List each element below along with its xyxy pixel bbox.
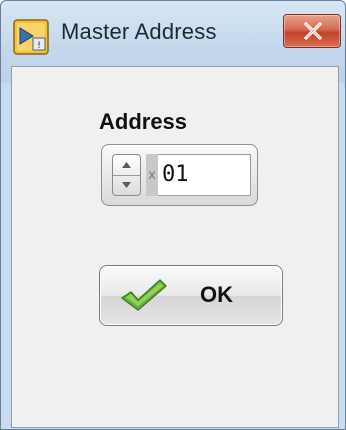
radix-indicator[interactable]: x [146, 154, 158, 196]
svg-text:!: ! [37, 41, 41, 51]
address-spinner[interactable] [112, 154, 141, 196]
window-title: Master Address [61, 19, 217, 44]
address-value: 01 [162, 162, 189, 187]
ok-button[interactable]: OK [99, 265, 283, 326]
close-button[interactable] [283, 14, 341, 48]
address-numeric-control: x 01 [101, 144, 258, 206]
check-icon [120, 278, 168, 316]
dialog-window: ! Master Address Address x 01 OK [0, 0, 346, 430]
decrement-button[interactable] [113, 175, 140, 195]
address-label: Address [99, 109, 188, 134]
ok-button-label: OK [200, 282, 233, 307]
dialog-client-area: Address x 01 OK [11, 66, 339, 428]
address-input[interactable]: 01 [158, 154, 251, 196]
labview-app-icon: ! [13, 19, 49, 55]
increment-button[interactable] [113, 155, 140, 176]
